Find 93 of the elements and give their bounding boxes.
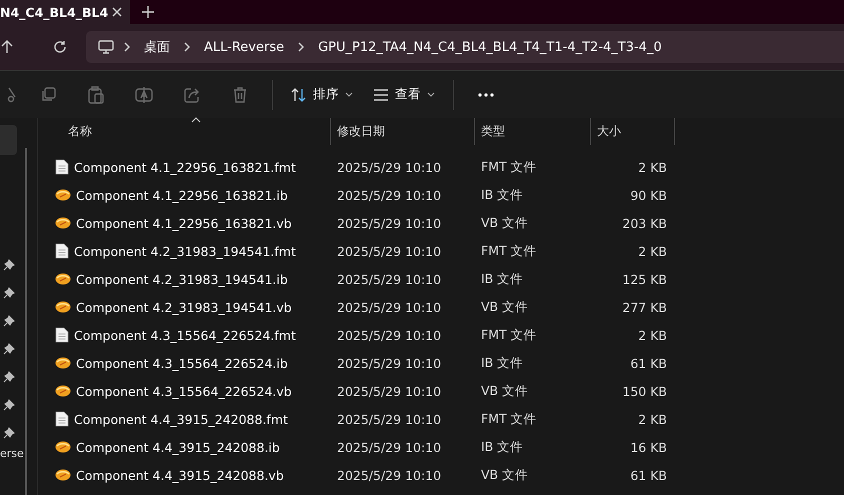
file-type: FMT 文件 bbox=[480, 242, 538, 260]
breadcrumb-item[interactable]: ALL-Reverse bbox=[200, 40, 288, 54]
monitor-icon bbox=[98, 40, 114, 54]
modified-date: 2025/5/29 10:10 bbox=[336, 328, 442, 342]
file-type: FMT 文件 bbox=[480, 158, 538, 176]
file-type: FMT 文件 bbox=[480, 326, 538, 344]
file-name[interactable]: Component 4.4_3915_242088.fmt bbox=[74, 412, 288, 426]
plus-icon bbox=[142, 6, 154, 18]
sort-button[interactable]: 排序 bbox=[281, 78, 363, 110]
column-header[interactable]: 类型 bbox=[475, 118, 591, 145]
chevron-icon bbox=[298, 42, 304, 52]
nav-item-label[interactable]: erse bbox=[0, 447, 24, 460]
up-arrow-icon bbox=[1, 40, 13, 54]
file-size: 2 KB bbox=[637, 244, 667, 258]
file-type: VB 文件 bbox=[480, 382, 530, 400]
chevron-down-icon bbox=[345, 92, 353, 97]
file-name[interactable]: Component 4.4_3915_242088.vb bbox=[76, 468, 284, 482]
view-button[interactable]: 查看 bbox=[363, 78, 445, 110]
pin-icon[interactable] bbox=[3, 343, 15, 355]
modified-date: 2025/5/29 10:10 bbox=[336, 300, 442, 314]
document-icon bbox=[55, 243, 69, 259]
file-type: IB 文件 bbox=[480, 438, 524, 456]
pin-icon[interactable] bbox=[3, 427, 15, 439]
pin-icon[interactable] bbox=[3, 371, 15, 383]
tab-title: N4_C4_BL4_BL4 bbox=[0, 4, 108, 20]
sort-caret-icon bbox=[191, 117, 201, 123]
file-type-icon bbox=[55, 216, 71, 230]
modified-date: 2025/5/29 10:10 bbox=[336, 384, 442, 398]
file-size: 277 KB bbox=[621, 300, 667, 314]
file-type: VB 文件 bbox=[480, 298, 530, 316]
file-name[interactable]: Component 4.3_15564_226524.vb bbox=[76, 384, 292, 398]
file-type: VB 文件 bbox=[480, 214, 530, 232]
modified-date: 2025/5/29 10:10 bbox=[336, 440, 442, 454]
file-type: IB 文件 bbox=[480, 186, 524, 204]
refresh-icon bbox=[53, 40, 67, 54]
modified-date: 2025/5/29 10:10 bbox=[336, 216, 442, 230]
file-type: FMT 文件 bbox=[480, 410, 538, 428]
document-icon bbox=[55, 327, 69, 343]
file-type: IB 文件 bbox=[480, 270, 524, 288]
file-type-icon bbox=[55, 440, 71, 454]
column-header[interactable]: 大小 bbox=[591, 118, 675, 145]
column-header[interactable]: 名称 bbox=[38, 118, 331, 145]
pin-icon[interactable] bbox=[3, 399, 15, 411]
modified-date: 2025/5/29 10:10 bbox=[336, 412, 442, 426]
pin-icon[interactable] bbox=[3, 315, 15, 327]
file-size: 150 KB bbox=[621, 384, 667, 398]
file-name[interactable]: Component 4.2_31983_194541.ib bbox=[76, 272, 288, 286]
file-type: VB 文件 bbox=[480, 466, 530, 484]
breadcrumb-item[interactable]: 桌面 bbox=[140, 38, 174, 56]
modified-date: 2025/5/29 10:10 bbox=[336, 188, 442, 202]
file-size: 203 KB bbox=[621, 216, 667, 230]
column-header[interactable]: 修改日期 bbox=[331, 118, 475, 145]
file-size: 16 KB bbox=[629, 440, 667, 454]
document-icon bbox=[55, 159, 69, 175]
pin-icon[interactable] bbox=[3, 287, 15, 299]
document-icon bbox=[55, 411, 69, 427]
file-name[interactable]: Component 4.2_31983_194541.fmt bbox=[74, 244, 296, 258]
chevron-icon bbox=[184, 42, 190, 52]
file-size: 125 KB bbox=[621, 272, 667, 286]
file-name[interactable]: Component 4.1_22956_163821.ib bbox=[76, 188, 288, 202]
file-type: IB 文件 bbox=[480, 354, 524, 372]
file-type-icon bbox=[55, 468, 71, 482]
file-name[interactable]: Component 4.4_3915_242088.ib bbox=[76, 440, 280, 454]
pin-icon[interactable] bbox=[3, 259, 15, 271]
file-name[interactable]: Component 4.1_22956_163821.vb bbox=[76, 216, 292, 230]
close-icon[interactable] bbox=[112, 7, 122, 17]
file-name[interactable]: Component 4.3_15564_226524.fmt bbox=[74, 328, 296, 342]
chevron-icon bbox=[124, 42, 130, 52]
file-size: 90 KB bbox=[629, 188, 667, 202]
file-size: 2 KB bbox=[637, 160, 667, 174]
file-type-icon bbox=[55, 188, 71, 202]
modified-date: 2025/5/29 10:10 bbox=[336, 272, 442, 286]
breadcrumb-item[interactable]: GPU_P12_TA4_N4_C4_BL4_BL4_T4_T1-4_T2-4_T3-4_0 bbox=[314, 40, 666, 54]
file-type-icon bbox=[55, 356, 71, 370]
modified-date: 2025/5/29 10:10 bbox=[336, 160, 442, 174]
file-type-icon bbox=[55, 272, 71, 286]
modified-date: 2025/5/29 10:10 bbox=[336, 356, 442, 370]
file-size: 2 KB bbox=[637, 328, 667, 342]
browser-tab[interactable]: N4_C4_BL4_BL4 bbox=[0, 0, 130, 24]
file-name[interactable]: Component 4.1_22956_163821.fmt bbox=[74, 160, 296, 174]
lines-icon bbox=[373, 88, 389, 100]
file-type-icon bbox=[55, 384, 71, 398]
modified-date: 2025/5/29 10:10 bbox=[336, 244, 442, 258]
sort-arrows-icon bbox=[291, 88, 307, 102]
file-size: 2 KB bbox=[637, 412, 667, 426]
file-name[interactable]: Component 4.2_31983_194541.vb bbox=[76, 300, 292, 314]
file-name[interactable]: Component 4.3_15564_226524.ib bbox=[76, 356, 288, 370]
file-size: 61 KB bbox=[629, 468, 667, 482]
file-size: 61 KB bbox=[629, 356, 667, 370]
modified-date: 2025/5/29 10:10 bbox=[336, 468, 442, 482]
chevron-down-icon bbox=[427, 92, 435, 97]
address-bar[interactable]: 桌面 ALL-Reverse GPU_P12_TA4_N4_C4_BL4_BL4_T4_T1-4_T2-4_T3-4_0 bbox=[86, 31, 844, 63]
file-type-icon bbox=[55, 300, 71, 314]
